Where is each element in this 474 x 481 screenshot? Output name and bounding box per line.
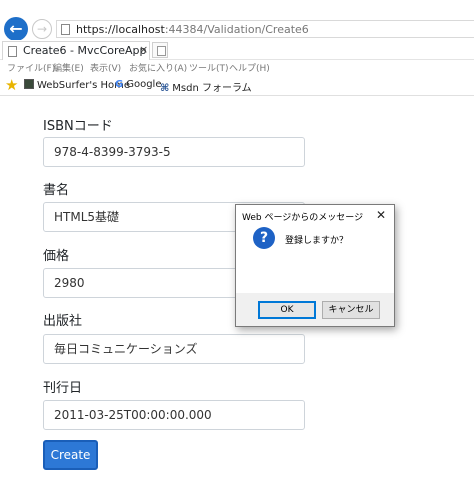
google-icon: G — [115, 79, 124, 90]
menu-favorites[interactable]: お気に入り(A) — [129, 61, 187, 74]
url-path: :44384/Validation/Create6 — [164, 23, 309, 36]
create-button[interactable]: Create — [43, 440, 98, 470]
dialog-message: 登録しますか？ — [285, 236, 349, 246]
dialog-titlebar: Web ページからのメッセージ ✕ — [236, 205, 394, 227]
star-icon[interactable]: ★ — [5, 76, 18, 94]
isbn-input[interactable]: 978-4-8399-3793-5 — [43, 137, 305, 167]
dialog-title: Web ページからのメッセージ — [242, 213, 364, 223]
favorite-google[interactable]: G Google — [115, 79, 161, 90]
publisher-label: 出版社 — [43, 314, 83, 329]
browser-window: ← → https://localhost:44384/Validation/C… — [0, 0, 474, 481]
published-date-label: 刊行日 — [43, 381, 83, 396]
confirm-dialog: Web ページからのメッセージ ✕ ? 登録しますか？ OK キャンセル — [235, 204, 395, 327]
favorite-msdn[interactable]: ⌘ Msdn フォーラム — [160, 79, 252, 94]
url-host: https://localhost — [76, 23, 165, 36]
menu-file[interactable]: ファイル(F) — [7, 61, 55, 74]
url-input[interactable]: https://localhost:44384/Validation/Creat… — [56, 20, 474, 38]
forward-button[interactable]: → — [32, 19, 52, 39]
page-icon — [8, 46, 17, 57]
publisher-input[interactable]: 毎日コミュニケーションズ — [43, 334, 305, 364]
cancel-button[interactable]: キャンセル — [322, 301, 380, 319]
forward-arrow-icon: → — [36, 22, 48, 36]
tab-create6[interactable]: Create6 - MvcCoreApp × — [2, 41, 150, 60]
favorites-bar: ★ WebSurfer's Home G Google ⌘ Msdn フォーラム — [0, 76, 474, 96]
msdn-icon: ⌘ — [160, 83, 170, 94]
price-label: 価格 — [43, 249, 70, 264]
new-tab-button[interactable] — [152, 42, 168, 58]
ok-button[interactable]: OK — [258, 301, 316, 319]
websurfer-icon — [24, 79, 34, 89]
menu-edit[interactable]: 編集(E) — [53, 61, 84, 74]
title-label: 書名 — [43, 183, 70, 198]
isbn-label: ISBNコード — [43, 119, 113, 134]
back-button[interactable]: ← — [4, 17, 28, 41]
menu-bar: ファイル(F) 編集(E) 表示(V) お気に入り(A) ツール(T) ヘルプ(… — [0, 60, 474, 76]
favorite-label: Google — [126, 79, 162, 90]
close-icon[interactable]: ✕ — [376, 208, 386, 222]
question-icon: ? — [253, 227, 275, 249]
menu-tools[interactable]: ツール(T) — [189, 61, 229, 74]
menu-help[interactable]: ヘルプ(H) — [229, 61, 270, 74]
close-tab-icon[interactable]: × — [139, 43, 148, 56]
menu-view[interactable]: 表示(V) — [90, 61, 121, 74]
published-date-input[interactable]: 2011-03-25T00:00:00.000 — [43, 400, 305, 430]
url-text: https://localhost:44384/Validation/Creat… — [76, 22, 309, 37]
favorite-label: Msdn フォーラム — [172, 83, 252, 94]
page-icon — [61, 24, 70, 35]
tab-title: Create6 - MvcCoreApp — [23, 44, 147, 57]
address-bar-row: ← → https://localhost:44384/Validation/C… — [0, 0, 474, 41]
back-arrow-icon: ← — [9, 19, 23, 38]
tab-bar: Create6 - MvcCoreApp × — [0, 40, 474, 60]
